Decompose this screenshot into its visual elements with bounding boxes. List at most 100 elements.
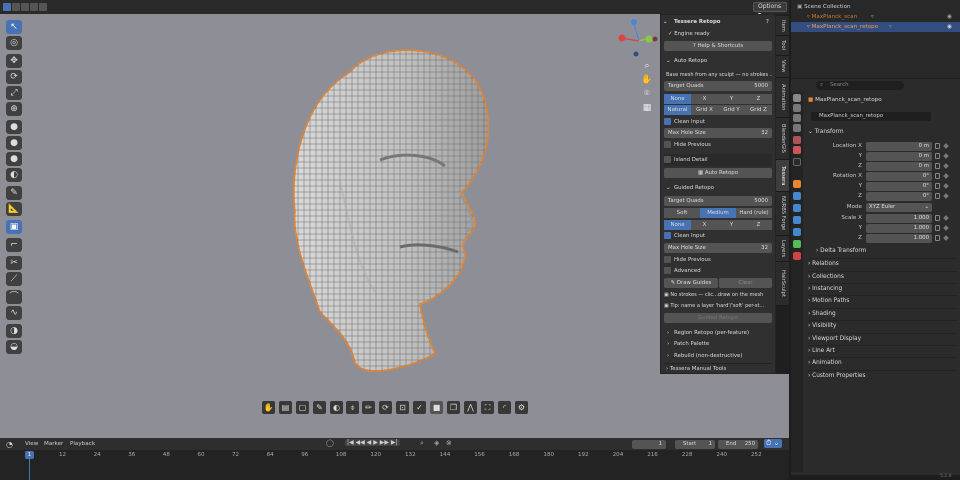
location-y-field[interactable]: 0 m xyxy=(866,152,932,161)
curve-icon[interactable]: ◜ xyxy=(498,401,511,414)
lock-icon[interactable] xyxy=(935,183,940,189)
location-x-field[interactable]: 0 m xyxy=(866,142,932,151)
shear-tool-icon[interactable]: ◑ xyxy=(6,324,22,338)
navigation-gizmo[interactable] xyxy=(614,16,664,66)
draw-guides-button[interactable]: ✎ Draw Guides xyxy=(664,278,718,288)
draw-tool-icon[interactable]: ● xyxy=(6,120,22,134)
scale-tool-icon[interactable]: ⤢ xyxy=(6,86,22,100)
timeline-menu-marker[interactable]: Marker xyxy=(44,441,63,447)
scene-tab-icon[interactable] xyxy=(793,136,801,144)
eye-icon[interactable]: ◉ xyxy=(947,22,952,32)
end-frame-field[interactable]: End 250 xyxy=(718,440,758,449)
options-dropdown[interactable]: Options ▾ xyxy=(753,2,787,18)
auto-grid-x[interactable]: Grid X xyxy=(691,105,718,115)
select-mode-icon[interactable] xyxy=(3,3,11,11)
record-icon[interactable]: ◯ xyxy=(326,439,334,447)
auto-sym-x[interactable]: X xyxy=(691,94,718,104)
guided-hide-previous-checkbox[interactable]: Hide Previous xyxy=(664,255,772,265)
playback-controls[interactable]: |◀ ◀◀ ◀ ▶ ▶▶ ▶| xyxy=(345,439,400,446)
island-detail-checkbox[interactable]: Island Detail xyxy=(664,154,772,166)
rotate-tool-icon[interactable]: ⟳ xyxy=(6,70,22,84)
region-retopo-header[interactable]: › Region Retopo (per-feature) xyxy=(664,328,772,338)
relations-section[interactable]: › Relations xyxy=(808,258,958,269)
copy-icon[interactable]: ❐ xyxy=(447,401,460,414)
brush-icon[interactable]: ✎ xyxy=(313,401,326,414)
sync-icon[interactable]: ⏱ ⌄ xyxy=(764,439,782,448)
extrude-tool-icon[interactable]: ⌐ xyxy=(6,238,22,252)
auto-retopo-button[interactable]: ▦ Auto Retopo xyxy=(664,168,772,178)
guided-sym-y[interactable]: Y xyxy=(718,220,745,230)
timeline-menu-view[interactable]: View xyxy=(25,441,38,447)
tab-item[interactable]: Item xyxy=(776,16,789,36)
lock-icon[interactable] xyxy=(935,163,940,169)
auto-sym-y[interactable]: Y xyxy=(718,94,745,104)
tab-blendergis[interactable]: BlenderGIS xyxy=(776,118,789,160)
start-frame-field[interactable]: Start 1 xyxy=(675,440,715,449)
patch-palette-header[interactable]: › Patch Palette xyxy=(664,339,772,349)
zoom-icon[interactable]: ⌕ xyxy=(640,60,654,72)
layer-icon[interactable]: ▤ xyxy=(279,401,292,414)
measure-tool-icon[interactable]: 📐 xyxy=(6,202,22,216)
viewport-display-section[interactable]: › Viewport Display xyxy=(808,333,958,344)
pen-icon[interactable]: ✏ xyxy=(362,401,375,414)
constraints-tab-icon[interactable] xyxy=(793,228,801,236)
help-shortcuts-button[interactable]: ? Help & Shortcuts xyxy=(664,41,772,51)
auto-clean-input-checkbox[interactable]: Clean Input xyxy=(664,117,772,127)
collections-section[interactable]: › Collections xyxy=(808,271,958,282)
lock-icon[interactable] xyxy=(935,235,940,241)
modifiers-tab-icon[interactable] xyxy=(793,192,801,200)
auto-hide-previous-checkbox[interactable]: Hide Previous xyxy=(664,140,772,150)
lock-icon[interactable] xyxy=(935,153,940,159)
pan-hand-icon[interactable]: ✋ xyxy=(640,74,654,86)
auto-sym-z[interactable]: Z xyxy=(745,94,772,104)
delta-transform-header[interactable]: › Delta Transform xyxy=(816,246,958,257)
tab-layers[interactable]: Layers xyxy=(776,236,789,262)
guided-sym-none[interactable]: None xyxy=(664,220,691,230)
auto-target-quads-field[interactable]: Target Quads 5000 xyxy=(664,81,772,91)
select-extend-icon[interactable] xyxy=(12,3,20,11)
rotation-z-field[interactable]: 0° xyxy=(866,192,932,201)
auto-grid-natural[interactable]: Natural xyxy=(664,105,691,115)
rotation-y-field[interactable]: 0° xyxy=(866,182,932,191)
world-tab-icon[interactable] xyxy=(793,146,801,154)
custom-properties-section[interactable]: › Custom Properties xyxy=(808,370,958,381)
outliner-item-retopo[interactable]: ▿ MaxPlanck_scan_retopo ▿ ◉ xyxy=(791,22,960,32)
density-soft[interactable]: Soft xyxy=(664,208,700,218)
lock-icon[interactable] xyxy=(935,225,940,231)
output-tab-icon[interactable] xyxy=(793,114,801,122)
loop-cut-tool-icon[interactable]: ⟋ xyxy=(6,272,22,286)
tab-view[interactable]: View xyxy=(776,56,789,78)
transform-tool-icon[interactable]: ⊕ xyxy=(6,102,22,116)
density-hard[interactable]: Hard (rule) xyxy=(736,208,772,218)
move-tool-icon[interactable]: ✥ xyxy=(6,54,22,68)
auto-retopo-header[interactable]: ⌄ Auto Retopo xyxy=(664,56,772,66)
knife-tool-icon[interactable]: ✂ xyxy=(6,256,22,270)
select-tool-icon[interactable]: ↖ xyxy=(6,20,22,34)
outliner-item-scan[interactable]: ▿ MaxPlanck_scan ▿ ◉ xyxy=(791,12,960,22)
tab-tessera[interactable]: Tessera xyxy=(776,160,789,192)
symmetry-icon[interactable]: ⌽ xyxy=(346,401,359,414)
lock-icon[interactable] xyxy=(935,173,940,179)
annotate-tool-icon[interactable]: ✎ xyxy=(6,186,22,200)
hand-icon[interactable]: ✋ xyxy=(262,401,275,414)
manual-tools-header[interactable]: › Tessera Manual Tools xyxy=(664,363,772,373)
lock-icon[interactable] xyxy=(935,143,940,149)
lock-icon[interactable] xyxy=(935,193,940,199)
collapse-chevron-icon[interactable]: ⌄ xyxy=(664,17,668,27)
instancing-section[interactable]: › Instancing xyxy=(808,283,958,294)
fill-square-icon[interactable]: ■ xyxy=(430,401,443,414)
lock-icon[interactable] xyxy=(935,215,940,221)
smooth-tool-icon[interactable]: ◐ xyxy=(6,168,22,182)
guided-clean-input-checkbox[interactable]: Clean Input xyxy=(664,231,772,241)
timeline-menu-playback[interactable]: Playback xyxy=(70,441,95,447)
tool-tab-icon[interactable] xyxy=(793,94,801,102)
properties-search[interactable]: ⌕ Search xyxy=(816,81,904,90)
motion-paths-section[interactable]: › Motion Paths xyxy=(808,295,958,306)
scale-x-field[interactable]: 1.000 xyxy=(866,214,932,223)
snap-icon[interactable]: ⊡ xyxy=(396,401,409,414)
animation-section[interactable]: › Animation xyxy=(808,357,958,368)
auto-grid-z[interactable]: Grid Z xyxy=(745,105,772,115)
select-subtract-icon[interactable] xyxy=(21,3,29,11)
location-z-field[interactable]: 0 m xyxy=(866,162,932,171)
visibility-section[interactable]: › Visibility xyxy=(808,320,958,331)
